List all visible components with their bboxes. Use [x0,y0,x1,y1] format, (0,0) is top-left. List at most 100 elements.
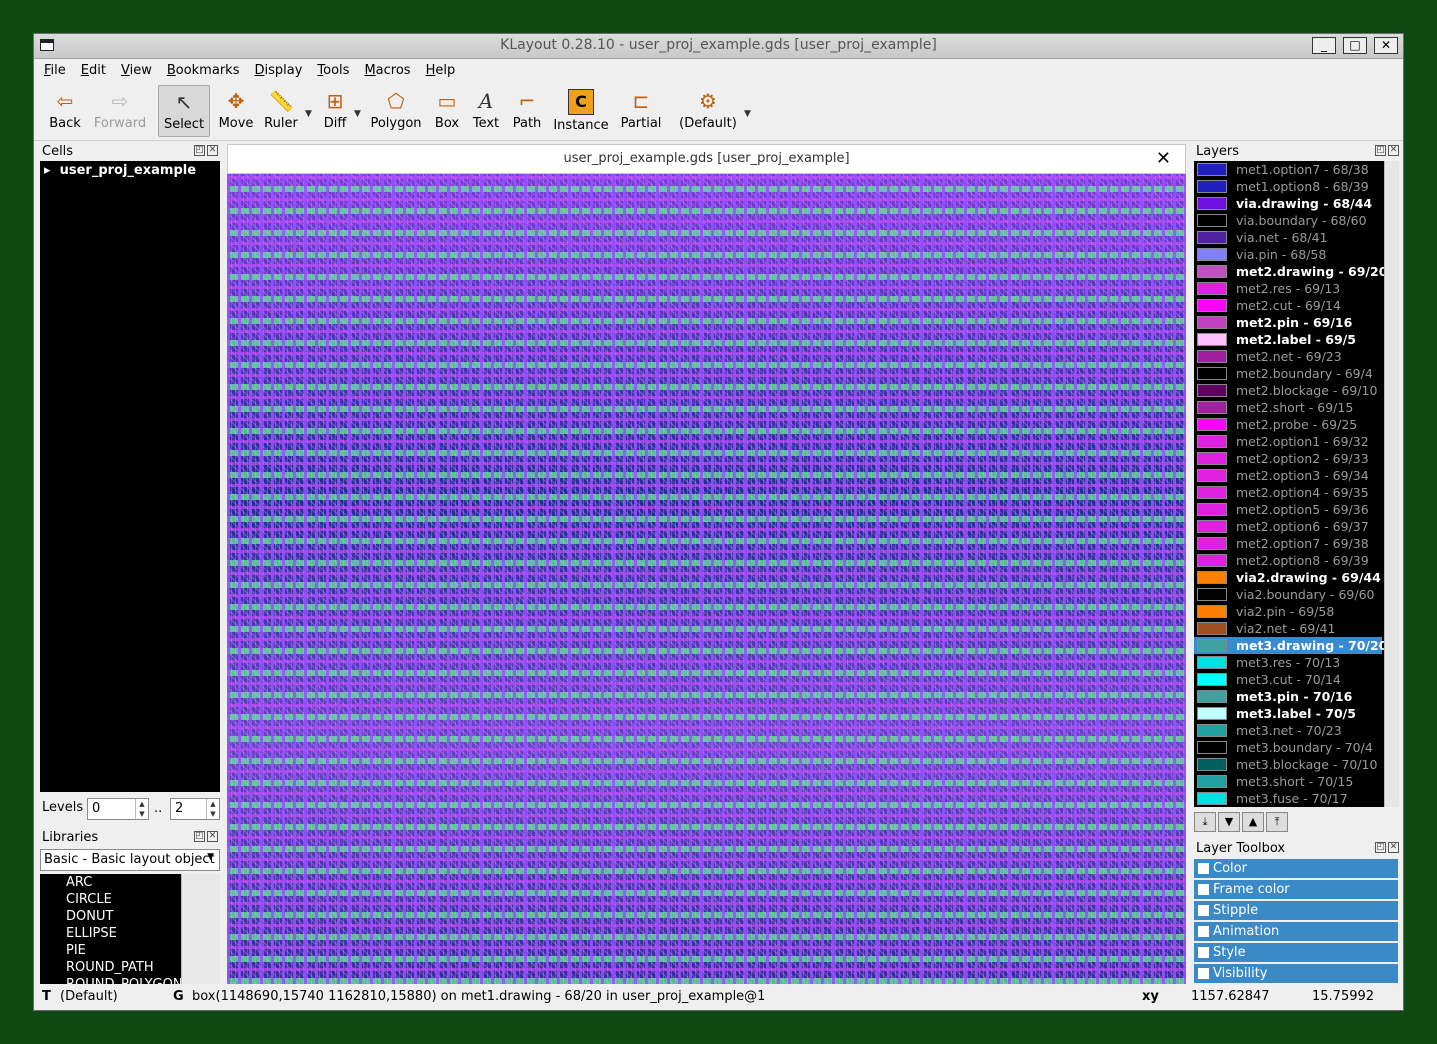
expand-arrow-icon[interactable]: ▸ [44,163,51,178]
expand-checkbox[interactable] [1198,884,1209,895]
back-button[interactable]: ⇦ Back [44,85,86,137]
toolbox-style[interactable]: Style [1194,943,1398,962]
layer-row[interactable]: met3.blockage - 70/10 [1194,756,1382,773]
close-tab-icon[interactable]: ✕ [1156,148,1171,169]
cell-tree[interactable]: ▸ user_proj_example [40,161,220,792]
layer-row[interactable]: met2.option5 - 69/36 [1194,501,1382,518]
move-button[interactable]: ✥ Move [214,85,258,137]
minimize-button[interactable]: _ [1312,37,1336,54]
polygon-button[interactable]: ⬠ Polygon [368,85,424,137]
layer-row[interactable]: met2.option6 - 69/37 [1194,518,1382,535]
box-button[interactable]: ▭ Box [428,85,466,137]
cells-dock-buttons[interactable]: ◰ ✕ [192,145,218,156]
expand-checkbox[interactable] [1198,968,1209,979]
toolbox-animation[interactable]: Animation [1194,922,1398,941]
ruler-button[interactable]: 📏 Ruler [260,85,302,137]
toolbox-stipple[interactable]: Stipple [1194,901,1398,920]
layer-row[interactable]: met2.net - 69/23 [1194,348,1382,365]
menu-view[interactable]: View [111,59,157,78]
layer-list[interactable]: met1.option7 - 68/38 met1.option8 - 68/39… [1194,161,1384,807]
layer-row[interactable]: met3.drawing - 70/20 [1194,637,1384,654]
cell-tree-item[interactable]: ▸ user_proj_example [44,163,196,178]
library-cell-list[interactable]: ARC CIRCLE DONUT ELLIPSE PIE ROUND_PATH … [40,874,220,984]
layer-row[interactable]: met2.label - 69/5 [1194,331,1382,348]
move-down-icon[interactable]: ▼ [1218,812,1240,832]
expand-checkbox[interactable] [1198,947,1209,958]
move-top-icon[interactable]: ⤒ [1266,812,1288,832]
ruler-dropdown-icon[interactable]: ▼ [305,109,312,119]
menu-file[interactable]: File [34,59,71,78]
expand-checkbox[interactable] [1198,905,1209,916]
layer-row[interactable]: met2.probe - 69/25 [1194,416,1382,433]
layer-row[interactable]: via2.pin - 69/58 [1194,603,1382,620]
layer-row[interactable]: met2.res - 69/13 [1194,280,1382,297]
layer-row[interactable]: via2.net - 69/41 [1194,620,1382,637]
spin-arrows-icon[interactable]: ▲ ▼ [135,799,148,819]
layer-row[interactable]: met2.option7 - 69/38 [1194,535,1382,552]
expand-checkbox[interactable] [1198,926,1209,937]
toolbox-visibility[interactable]: Visibility [1194,964,1398,983]
layer-row[interactable]: met2.pin - 69/16 [1194,314,1382,331]
menu-edit[interactable]: Edit [71,59,111,78]
layer-row[interactable]: met2.cut - 69/14 [1194,297,1382,314]
layer-row[interactable]: met2.blockage - 69/10 [1194,382,1382,399]
maximize-button[interactable]: □ [1343,37,1367,54]
default-mode-button[interactable]: ⚙ (Default) [676,85,740,137]
text-button[interactable]: A Text [468,85,504,137]
toolbox-dock-buttons[interactable]: ◰ ✕ [1373,842,1399,853]
layer-row[interactable]: met2.boundary - 69/4 [1194,365,1382,382]
close-window-button[interactable]: ✕ [1374,37,1398,54]
diff-dropdown-icon[interactable]: ▼ [354,109,361,119]
library-select[interactable]: Basic - Basic layout object ▼ [40,849,220,871]
layer-row[interactable]: via2.boundary - 69/60 [1194,586,1382,603]
layer-row[interactable]: met2.option4 - 69/35 [1194,484,1382,501]
layer-row[interactable]: met3.short - 70/15 [1194,773,1382,790]
spin-arrows-icon[interactable]: ▲ ▼ [206,799,219,819]
menu-macros[interactable]: Macros [354,59,415,78]
diff-button[interactable]: ⊞ Diff [316,85,354,137]
layer-row[interactable]: met3.net - 70/23 [1194,722,1382,739]
layer-row[interactable]: met3.label - 70/5 [1194,705,1382,722]
layer-row[interactable]: met2.option1 - 69/32 [1194,433,1382,450]
levels-from-spinbox[interactable]: 0 ▲ ▼ [87,798,149,820]
libraries-dock-buttons[interactable]: ◰ ✕ [192,831,218,842]
default-dropdown-icon[interactable]: ▼ [744,109,751,119]
layer-row[interactable]: met3.res - 70/13 [1194,654,1382,671]
toolbox-color[interactable]: Color [1194,859,1398,878]
layer-row[interactable]: via.boundary - 68/60 [1194,212,1382,229]
layer-row[interactable]: met2.option2 - 69/33 [1194,450,1382,467]
menu-help[interactable]: Help [416,59,461,78]
toolbox-frame-color[interactable]: Frame color [1194,880,1398,899]
layout-canvas[interactable] [227,174,1186,984]
menu-tools[interactable]: Tools [307,59,354,78]
levels-to-spinbox[interactable]: 2 ▲ ▼ [170,798,220,820]
instance-button[interactable]: C Instance [550,85,612,137]
layer-row[interactable]: met3.cut - 70/14 [1194,671,1382,688]
layer-row[interactable]: met1.option7 - 68/38 [1194,161,1382,178]
move-up-icon[interactable]: ▲ [1242,812,1264,832]
layout-tab-label[interactable]: user_proj_example.gds [user_proj_example… [228,151,1185,166]
layer-row[interactable]: met1.option8 - 68/39 [1194,178,1382,195]
partial-button[interactable]: ⊏ Partial [616,85,666,137]
move-bottom-icon[interactable]: ⤓ [1194,812,1216,832]
layer-row[interactable]: met2.option3 - 69/34 [1194,467,1382,484]
menu-display[interactable]: Display [244,59,307,78]
layer-row[interactable]: via.drawing - 68/44 [1194,195,1382,212]
layer-row[interactable]: via2.drawing - 69/44 [1194,569,1382,586]
layers-dock-buttons[interactable]: ◰ ✕ [1373,145,1399,156]
layer-row[interactable]: via.net - 68/41 [1194,229,1382,246]
layer-list-scrollbar[interactable] [1384,161,1399,807]
layer-row[interactable]: met3.fuse - 70/17 [1194,790,1382,807]
layer-row[interactable]: met3.pin - 70/16 [1194,688,1382,705]
layer-row[interactable]: met2.drawing - 69/20 [1194,263,1384,280]
layer-row[interactable]: met2.short - 69/15 [1194,399,1382,416]
forward-button[interactable]: ⇨ Forward [92,85,148,137]
path-button[interactable]: ⌐ Path [508,85,546,137]
layer-row[interactable]: via.pin - 68/58 [1194,246,1382,263]
expand-checkbox[interactable] [1198,863,1209,874]
layer-row[interactable]: met2.option8 - 69/39 [1194,552,1382,569]
menu-bookmarks[interactable]: Bookmarks [157,59,245,78]
library-scrollbar[interactable] [181,874,220,984]
layer-row[interactable]: met3.boundary - 70/4 [1194,739,1382,756]
select-button[interactable]: ↖ Select [158,85,210,137]
